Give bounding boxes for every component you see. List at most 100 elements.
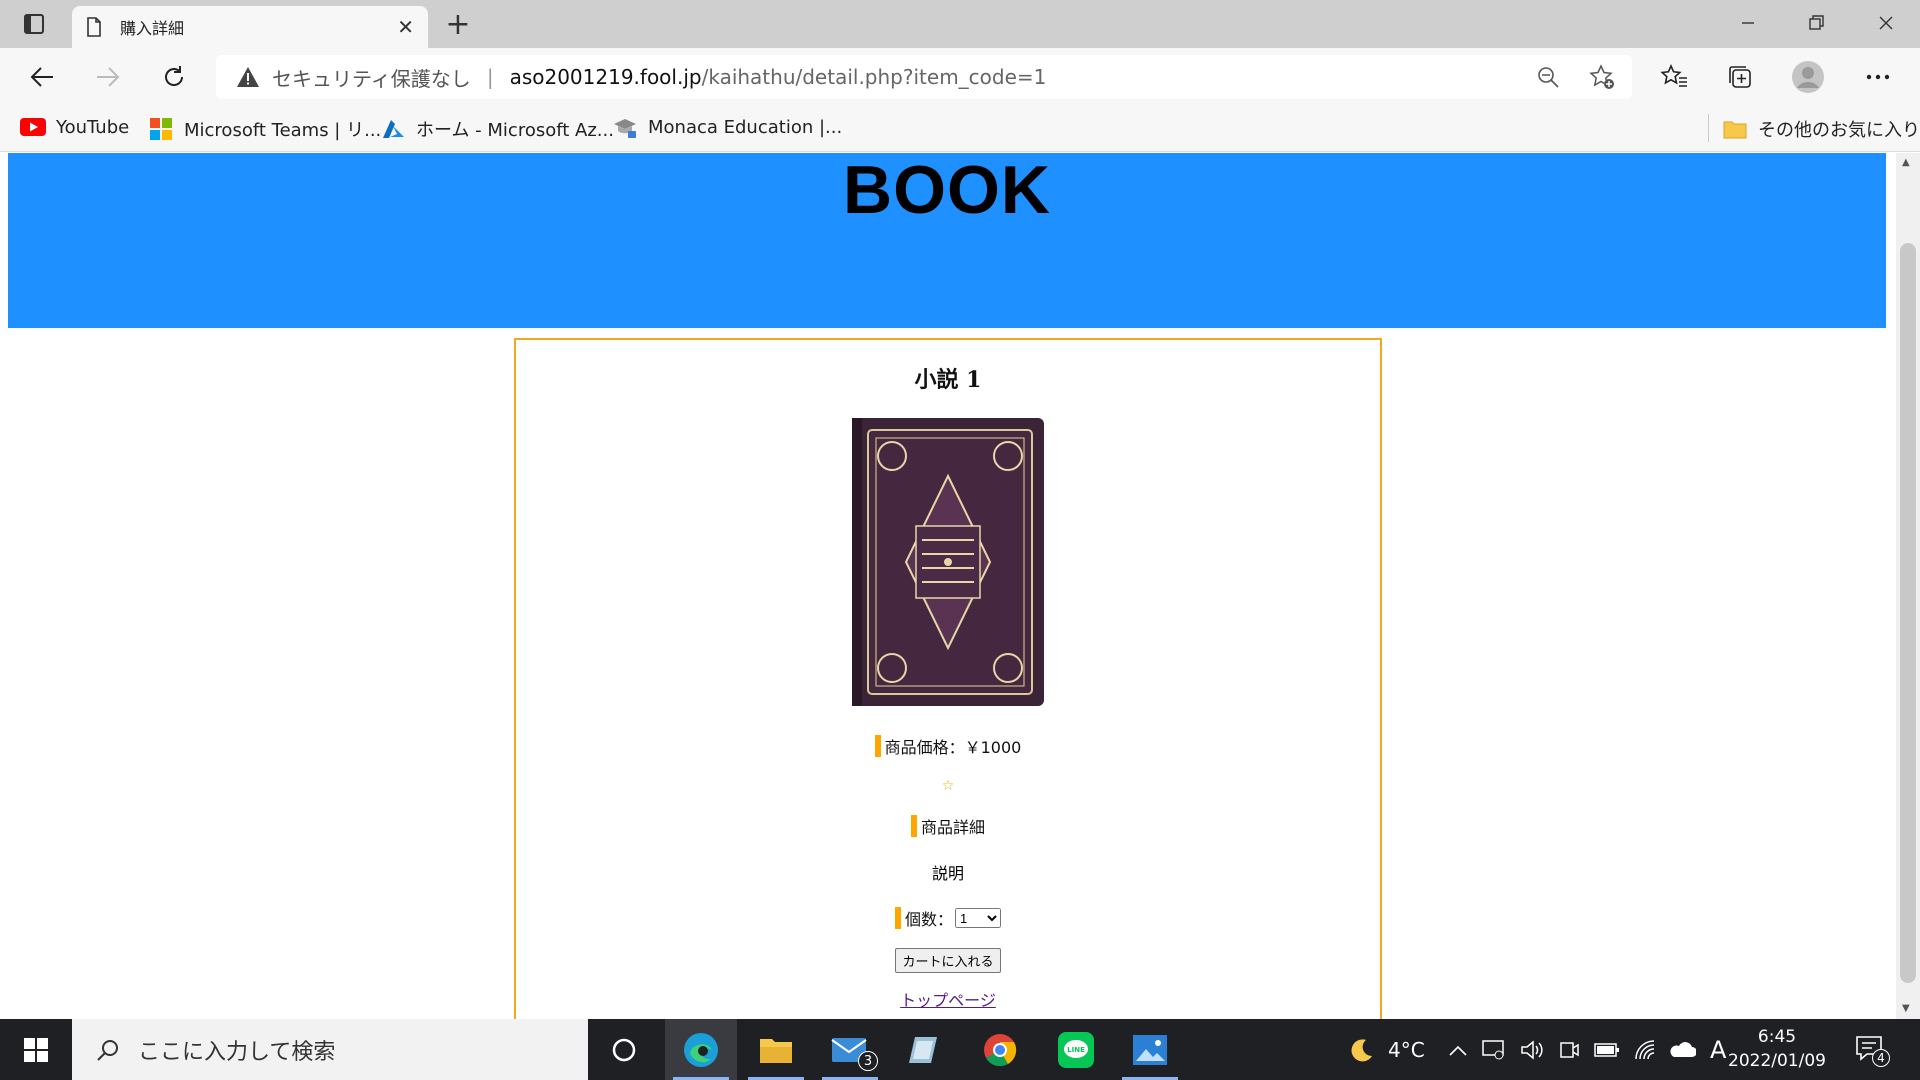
microsoft-icon bbox=[148, 118, 174, 140]
display-icon[interactable] bbox=[1482, 1039, 1506, 1061]
close-tab-icon[interactable]: ✕ bbox=[397, 15, 414, 39]
vertical-scrollbar[interactable]: ▲ ▼ bbox=[1896, 153, 1920, 1019]
profile-button[interactable] bbox=[1786, 58, 1830, 96]
taskbar-line[interactable]: LINE bbox=[1040, 1019, 1112, 1080]
settings-more-button[interactable] bbox=[1856, 58, 1900, 96]
favorites-button[interactable] bbox=[1652, 58, 1696, 96]
bookmark-monaca[interactable]: Monaca Education |... bbox=[612, 116, 842, 138]
close-window-button[interactable] bbox=[1852, 0, 1920, 46]
bookmark-label: YouTube bbox=[56, 116, 130, 138]
minimize-icon bbox=[1742, 22, 1754, 24]
notification-badge: 4 bbox=[1872, 1049, 1890, 1067]
tab-actions-icon bbox=[24, 14, 44, 34]
meet-icon[interactable] bbox=[1558, 1039, 1580, 1061]
forward-arrow-icon bbox=[97, 67, 120, 87]
web-page: BOOK 小説 1 商品価格：￥1000 ☆ 商品詳細 説明 個数： 1 カート… bbox=[0, 153, 1896, 1019]
scroll-down-icon[interactable]: ▼ bbox=[1902, 1003, 1910, 1014]
refresh-button[interactable] bbox=[152, 58, 196, 96]
clock[interactable]: 6:45 2022/01/09 bbox=[1722, 1025, 1832, 1073]
other-favorites-folder[interactable]: その他のお気に入り bbox=[1722, 116, 1920, 142]
quantity-select[interactable]: 1 bbox=[955, 908, 1001, 928]
bookmark-label: ホーム - Microsoft Az... bbox=[416, 120, 614, 141]
bookmark-label: Monaca Education |... bbox=[648, 116, 843, 138]
edge-icon bbox=[684, 1032, 718, 1067]
bookmark-microsoft-teams[interactable]: Microsoft Teams | リ... bbox=[148, 116, 381, 142]
weather-temperature: 4°C bbox=[1388, 1037, 1425, 1062]
accent-bar bbox=[910, 815, 917, 837]
quantity-row: 個数： 1 bbox=[516, 906, 1380, 930]
scrollbar-thumb[interactable] bbox=[1900, 243, 1916, 983]
collections-button[interactable] bbox=[1718, 58, 1762, 96]
zoom-icon[interactable] bbox=[1534, 63, 1562, 91]
back-arrow-icon bbox=[30, 67, 53, 87]
cortana-button[interactable] bbox=[588, 1019, 660, 1080]
battery-icon[interactable] bbox=[1594, 1041, 1620, 1059]
rating-star: ☆ bbox=[941, 778, 955, 794]
taskbar-search-box[interactable]: ここに入力して検索 bbox=[72, 1019, 588, 1080]
address-separator: | bbox=[486, 65, 494, 89]
folder-icon bbox=[1722, 118, 1748, 140]
add-to-cart-button[interactable]: カートに入れる bbox=[895, 948, 1001, 973]
forward-button[interactable] bbox=[86, 58, 130, 96]
folder-icon bbox=[760, 1038, 792, 1063]
weather-widget[interactable]: 4°C bbox=[1346, 1019, 1425, 1080]
new-tab-button[interactable]: + bbox=[438, 7, 478, 42]
collections-icon bbox=[1729, 66, 1751, 88]
address-bar[interactable]: セキュリティ保護なし | aso2001219.fool.jp/kaihathu… bbox=[216, 55, 1632, 99]
taskbar-mail[interactable]: 3 bbox=[814, 1019, 886, 1080]
azure-icon bbox=[380, 118, 406, 140]
close-icon bbox=[1879, 16, 1893, 30]
url-host: aso2001219.fool.jp bbox=[509, 65, 702, 89]
url-path: /kaihathu/detail.php?item_code=1 bbox=[701, 65, 1047, 89]
wifi-icon[interactable] bbox=[1634, 1039, 1658, 1061]
taskbar-notes-app[interactable] bbox=[888, 1019, 960, 1080]
back-button[interactable] bbox=[20, 58, 64, 96]
svg-text:LINE: LINE bbox=[1067, 1046, 1085, 1054]
price-label: 商品価格：￥1000 bbox=[884, 738, 1022, 757]
tab-actions-button[interactable] bbox=[12, 10, 56, 38]
line-icon: LINE bbox=[1058, 1031, 1094, 1068]
onedrive-cloud-icon[interactable] bbox=[1668, 1040, 1696, 1060]
navigation-bar: セキュリティ保護なし | aso2001219.fool.jp/kaihathu… bbox=[0, 48, 1920, 106]
bookmark-azure[interactable]: ホーム - Microsoft Az... bbox=[380, 116, 614, 142]
show-hidden-icons[interactable] bbox=[1448, 1019, 1468, 1080]
start-button[interactable] bbox=[0, 1019, 72, 1080]
price-row: 商品価格：￥1000 bbox=[516, 734, 1380, 758]
product-description: 説明 bbox=[931, 864, 964, 883]
taskbar-edge[interactable] bbox=[665, 1019, 737, 1080]
document-icon bbox=[87, 17, 101, 37]
favorites-bar: YouTube Microsoft Teams | リ... ホーム - Mic… bbox=[0, 106, 1920, 152]
taskbar: ここに入力して検索 3 LINE 4°C A 6:45 2022/01/09 4 bbox=[0, 1019, 1920, 1080]
notification-center-button[interactable]: 4 bbox=[1854, 1033, 1890, 1067]
detail-heading: 商品詳細 bbox=[920, 818, 985, 837]
scroll-up-icon[interactable]: ▲ bbox=[1902, 157, 1910, 168]
warning-icon bbox=[237, 67, 259, 87]
top-page-link[interactable]: トップページ bbox=[516, 987, 1380, 1011]
product-name: 小説 1 bbox=[914, 367, 982, 393]
more-dots-icon bbox=[1866, 74, 1890, 80]
photos-icon bbox=[1133, 1034, 1167, 1065]
taskbar-photos[interactable] bbox=[1114, 1019, 1186, 1080]
detail-heading-row: 商品詳細 bbox=[516, 814, 1380, 838]
accent-bar bbox=[894, 907, 901, 929]
moon-icon bbox=[1351, 1038, 1372, 1061]
youtube-icon bbox=[20, 116, 46, 138]
bookmark-youtube[interactable]: YouTube bbox=[20, 116, 129, 138]
minimize-button[interactable] bbox=[1714, 0, 1782, 46]
site-header: BOOK bbox=[8, 153, 1886, 328]
other-favorites-label: その他のお気に入り bbox=[1758, 120, 1920, 141]
site-title: BOOK bbox=[843, 153, 1051, 228]
accent-bar bbox=[874, 735, 881, 757]
volume-icon[interactable] bbox=[1520, 1039, 1544, 1061]
search-placeholder: ここに入力して検索 bbox=[138, 1039, 336, 1065]
favorites-star-icon bbox=[1660, 64, 1687, 87]
active-tab[interactable]: 購入詳細 ✕ bbox=[72, 6, 428, 48]
refresh-icon bbox=[165, 66, 184, 86]
graduation-cap-icon bbox=[612, 116, 638, 138]
taskbar-chrome[interactable] bbox=[964, 1019, 1036, 1080]
clock-date: 2022/01/09 bbox=[1728, 1051, 1826, 1071]
security-label: セキュリティ保護なし bbox=[272, 66, 471, 91]
add-favorite-icon[interactable] bbox=[1588, 63, 1616, 91]
taskbar-file-explorer[interactable] bbox=[740, 1019, 812, 1080]
restore-button[interactable] bbox=[1782, 0, 1850, 46]
